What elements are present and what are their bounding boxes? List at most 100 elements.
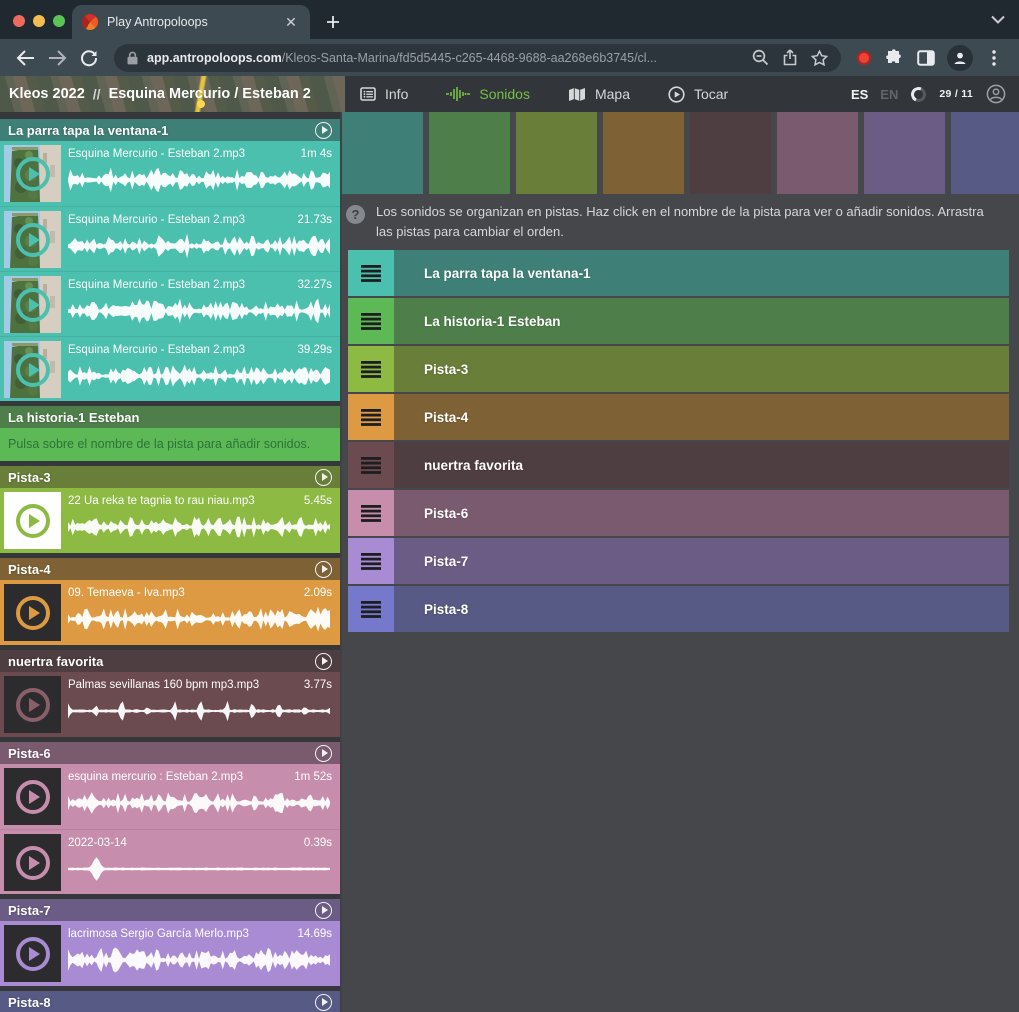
sound-item[interactable]: Palmas sevillanas 160 bpm mp3.mp33.77s [0, 672, 340, 737]
track-row[interactable]: Pista-6 [348, 490, 1009, 536]
tab-info[interactable]: Info [360, 86, 408, 102]
drag-handle-icon[interactable] [348, 490, 394, 536]
profile-avatar[interactable] [947, 45, 973, 71]
track-section-header[interactable]: nuertra favorita [0, 650, 340, 672]
track-row-bar[interactable]: La historia-1 Esteban [394, 298, 1009, 344]
track-color-swatch[interactable] [342, 112, 423, 194]
window-controls[interactable] [13, 15, 65, 27]
track-row[interactable]: La historia-1 Esteban [348, 298, 1009, 344]
play-track-icon[interactable] [315, 994, 332, 1011]
sound-item[interactable]: Esquina Mercurio - Esteban 2.mp332.27s [0, 271, 340, 336]
sound-title-row: Esquina Mercurio - Esteban 2.mp321.73s [68, 214, 332, 226]
sound-title-row: Esquina Mercurio - Esteban 2.mp31m 4s [68, 148, 332, 160]
drag-handle-icon[interactable] [348, 586, 394, 632]
track-section-header[interactable]: Pista-7 [0, 899, 340, 921]
track-color-swatch[interactable] [864, 112, 945, 194]
share-icon[interactable] [783, 49, 797, 66]
zoom-out-icon[interactable] [752, 49, 769, 66]
play-sound-icon[interactable] [16, 353, 50, 387]
drag-handle-icon[interactable] [348, 394, 394, 440]
sound-item[interactable]: lacrimosa Sergio García Merlo.mp314.69s [0, 921, 340, 986]
play-sound-icon[interactable] [16, 504, 50, 538]
play-track-icon[interactable] [315, 902, 332, 919]
reload-button[interactable] [74, 43, 104, 73]
tab-close-icon[interactable]: ✕ [282, 14, 300, 31]
play-track-icon[interactable] [315, 653, 332, 670]
drag-handle-icon[interactable] [348, 250, 394, 296]
track-color-swatch[interactable] [603, 112, 684, 194]
sound-item[interactable]: esquina mercurio : Esteban 2.mp31m 52s [0, 764, 340, 829]
track-section-header[interactable]: La historia-1 Esteban [0, 406, 340, 428]
track-color-swatch[interactable] [429, 112, 510, 194]
track-row[interactable]: Pista-3 [348, 346, 1009, 392]
new-tab-button[interactable] [320, 9, 346, 35]
track-section: Pista-8 [0, 991, 340, 1012]
forward-button[interactable] [42, 43, 72, 73]
sound-item[interactable]: 22 Ua reka te tagnia to rau niau.mp35.45… [0, 488, 340, 553]
play-track-icon[interactable] [315, 561, 332, 578]
sound-item[interactable]: Esquina Mercurio - Esteban 2.mp321.73s [0, 206, 340, 271]
tab-sonidos[interactable]: Sonidos [446, 86, 530, 102]
language-toggle-en[interactable]: EN [880, 87, 898, 102]
play-sound-icon[interactable] [16, 596, 50, 630]
sound-item[interactable]: Esquina Mercurio - Esteban 2.mp31m 4s [0, 141, 340, 206]
play-sound-icon[interactable] [16, 846, 50, 880]
track-row-bar[interactable]: La parra tapa la ventana-1 [394, 250, 1009, 296]
play-sound-icon[interactable] [16, 937, 50, 971]
browser-tab[interactable]: Play Antropoloops ✕ [72, 5, 310, 39]
recording-indicator-icon[interactable] [857, 51, 871, 65]
side-panel-icon[interactable] [911, 43, 941, 73]
account-icon[interactable] [986, 84, 1006, 104]
track-section-header[interactable]: La parra tapa la ventana-1 [0, 119, 340, 141]
sound-thumbnail [4, 768, 61, 825]
tab-tocar[interactable]: Tocar [668, 86, 728, 103]
track-row-bar[interactable]: nuertra favorita [394, 442, 1009, 488]
play-track-icon[interactable] [315, 122, 332, 139]
language-toggle-es[interactable]: ES [851, 87, 868, 102]
track-color-swatch[interactable] [516, 112, 597, 194]
close-window-button[interactable] [13, 15, 25, 27]
tab-search-chevron-icon[interactable] [991, 11, 1005, 29]
track-color-swatch[interactable] [777, 112, 858, 194]
track-color-swatch[interactable] [951, 112, 1019, 194]
play-sound-icon[interactable] [16, 780, 50, 814]
track-row[interactable]: nuertra favorita [348, 442, 1009, 488]
url-bar[interactable]: app.antropoloops.com/Kleos-Santa-Marina/… [114, 44, 841, 72]
breadcrumb-separator: // [93, 86, 101, 102]
tab-mapa[interactable]: Mapa [568, 86, 630, 102]
drag-handle-icon[interactable] [348, 346, 394, 392]
sound-waveform [68, 856, 330, 882]
track-row[interactable]: Pista-8 [348, 586, 1009, 632]
extensions-puzzle-icon[interactable] [879, 43, 909, 73]
maximize-window-button[interactable] [53, 15, 65, 27]
track-row[interactable]: La parra tapa la ventana-1 [348, 250, 1009, 296]
track-row-bar[interactable]: Pista-3 [394, 346, 1009, 392]
track-section-header[interactable]: Pista-6 [0, 742, 340, 764]
drag-handle-icon[interactable] [348, 538, 394, 584]
drag-handle-icon[interactable] [348, 298, 394, 344]
minimize-window-button[interactable] [33, 15, 45, 27]
sound-item[interactable]: 09. Temaeva - Iva.mp32.09s [0, 580, 340, 645]
sound-item[interactable]: 2022-03-140.39s [0, 829, 340, 894]
track-row-bar[interactable]: Pista-7 [394, 538, 1009, 584]
track-row-bar[interactable]: Pista-6 [394, 490, 1009, 536]
play-sound-icon[interactable] [16, 688, 50, 722]
track-section-header[interactable]: Pista-4 [0, 558, 340, 580]
browser-menu-icon[interactable] [979, 43, 1009, 73]
track-color-swatch[interactable] [690, 112, 771, 194]
play-track-icon[interactable] [315, 469, 332, 486]
play-sound-icon[interactable] [16, 157, 50, 191]
bookmark-star-icon[interactable] [811, 50, 828, 66]
track-row-bar[interactable]: Pista-8 [394, 586, 1009, 632]
play-sound-icon[interactable] [16, 223, 50, 257]
sound-item[interactable]: Esquina Mercurio - Esteban 2.mp339.29s [0, 336, 340, 401]
track-row-bar[interactable]: Pista-4 [394, 394, 1009, 440]
track-section-header[interactable]: Pista-8 [0, 991, 340, 1012]
track-row[interactable]: Pista-4 [348, 394, 1009, 440]
track-section-header[interactable]: Pista-3 [0, 466, 340, 488]
back-button[interactable] [10, 43, 40, 73]
track-row[interactable]: Pista-7 [348, 538, 1009, 584]
play-sound-icon[interactable] [16, 288, 50, 322]
play-track-icon[interactable] [315, 745, 332, 762]
drag-handle-icon[interactable] [348, 442, 394, 488]
